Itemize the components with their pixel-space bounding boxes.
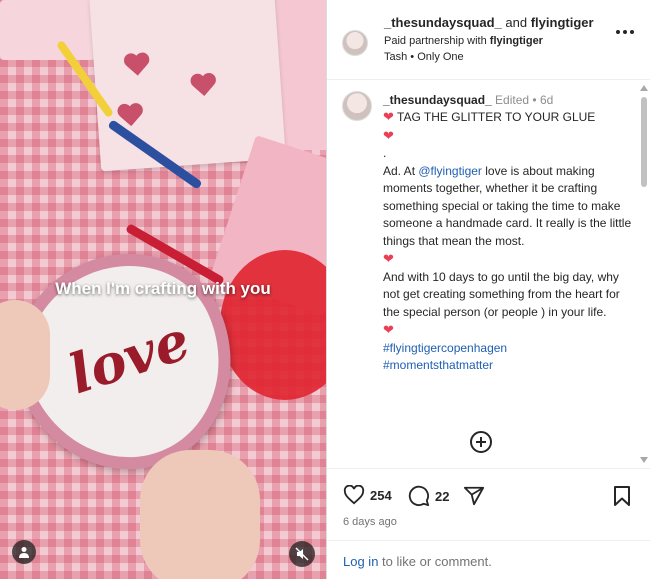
post-header: _thesundaysquad_ and flyingtiger Paid pa… (327, 0, 650, 80)
login-bar: Log in to like or comment. (327, 540, 650, 579)
bookmark-icon (614, 486, 630, 506)
load-more-comments-icon[interactable] (470, 431, 492, 453)
post-timestamp[interactable]: 6 days ago (343, 516, 397, 528)
post-media[interactable]: love When I'm crafting with you (0, 0, 326, 579)
hand (0, 300, 50, 410)
caption-meta: Edited • 6d (495, 93, 554, 107)
caption-user-link[interactable]: _thesundaysquad_ (383, 93, 492, 107)
author-link[interactable]: _thesundaysquad_ (384, 15, 502, 30)
heart-sticker (190, 73, 218, 99)
partnership-prefix: Paid partnership with (384, 35, 487, 47)
avatar[interactable] (342, 91, 372, 121)
comments-area: _thesundaysquad_ Edited • 6d ❤ TAG THE G… (327, 81, 650, 465)
media-caption: When I'm crafting with you (55, 279, 271, 298)
comment-icon (408, 485, 430, 507)
scroll-down-arrow-icon[interactable] (640, 457, 648, 463)
heart-emoji-icon: ❤ (383, 251, 394, 266)
caption-text: ❤ TAG THE GLITTER TO YOUR GLUE ❤ . Ad. A… (383, 108, 633, 375)
comment-button[interactable]: 22 (408, 485, 449, 507)
partnership-label: Paid partnership with flyingtiger (384, 35, 543, 47)
post-actions: 254 22 6 days ago (327, 468, 650, 538)
person-icon (19, 547, 29, 558)
caption-dot: . (383, 146, 387, 160)
heart-emoji-icon: ❤ (383, 127, 394, 143)
scroll-thumb[interactable] (641, 97, 647, 187)
avatar[interactable] (342, 30, 368, 56)
speaker-muted-icon (295, 547, 309, 561)
and-text: and (505, 15, 528, 30)
like-button[interactable]: 254 (343, 485, 392, 505)
media-decor (0, 0, 95, 60)
caption-paragraph: And with 10 days to go until the big day… (383, 269, 620, 319)
caption-ad-prefix: Ad. At (383, 163, 416, 178)
comment-count: 22 (435, 488, 450, 504)
scroll-up-arrow-icon[interactable] (640, 85, 648, 91)
hashtag-link[interactable]: #momentsthatmatter (383, 357, 633, 375)
coauthor-link[interactable]: flyingtiger (531, 15, 594, 30)
scrollbar[interactable] (638, 81, 650, 465)
login-prompt: Log in to like or comment. (343, 554, 492, 569)
heart-emoji-icon: ❤ (383, 322, 394, 337)
share-button[interactable] (463, 485, 485, 507)
hand (140, 450, 260, 579)
mute-button[interactable] (289, 541, 315, 567)
share-icon (463, 486, 485, 506)
heart-sticker (123, 53, 151, 79)
tagged-users-button[interactable] (12, 540, 36, 564)
hashtag-link[interactable]: #flyingtigercopenhagen (383, 340, 633, 358)
login-suffix: to like or comment. (378, 554, 492, 569)
partner-link[interactable]: flyingtiger (490, 35, 543, 47)
like-count: 254 (370, 487, 392, 503)
audio-link[interactable]: Tash • Only One (384, 51, 464, 63)
mention-link[interactable]: @flyingtiger (418, 164, 482, 178)
more-options-icon[interactable] (616, 30, 634, 34)
caption-header: _thesundaysquad_ Edited • 6d (383, 93, 553, 107)
heart-emoji-icon: ❤ (383, 109, 394, 124)
save-button[interactable] (612, 485, 632, 507)
caption-line: TAG THE GLITTER TO YOUR GLUE (397, 110, 596, 124)
heart-icon (343, 485, 365, 505)
post-authors: _thesundaysquad_ and flyingtiger (384, 15, 594, 30)
login-link[interactable]: Log in (343, 554, 378, 569)
post-details-panel: _thesundaysquad_ and flyingtiger Paid pa… (326, 0, 650, 579)
